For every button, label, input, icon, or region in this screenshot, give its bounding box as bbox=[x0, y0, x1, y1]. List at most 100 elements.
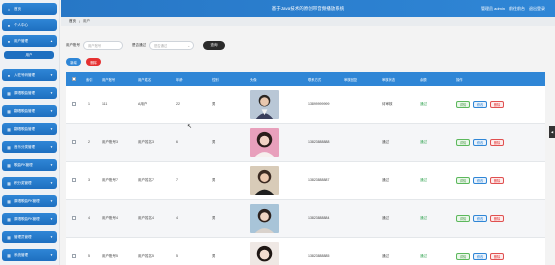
sidebar-item-13[interactable]: ▦ 系统管理 ▼ bbox=[2, 249, 57, 261]
cell-audit: 通过 bbox=[382, 254, 389, 258]
cell-status: 通过 bbox=[420, 140, 427, 144]
chevron-down-icon: ▼ bbox=[50, 181, 53, 185]
front-link[interactable]: 前往前台 bbox=[509, 6, 525, 12]
sidebar-item-4[interactable]: ▦ 原唱歌曲管理 ▼ bbox=[2, 87, 57, 99]
detail-button[interactable]: 详情 bbox=[456, 177, 470, 184]
sidebar-item-label: 原唱歌曲管理 bbox=[14, 90, 35, 95]
col-audit: 审核状态 bbox=[382, 78, 396, 82]
account-search-input[interactable]: 用户账号 bbox=[83, 40, 123, 50]
sidebar-item-3[interactable]: ● 入驻号码管理 ▼ bbox=[2, 69, 57, 81]
sidebar-item-8[interactable]: ▦ 歌曲PK管理 ▼ bbox=[2, 159, 57, 171]
avatar bbox=[250, 90, 279, 119]
sidebar-item-5[interactable]: ▦ 翻唱歌曲管理 ▼ bbox=[2, 105, 57, 117]
cell-index: 4 bbox=[88, 216, 90, 220]
select-all-checkbox[interactable] bbox=[72, 77, 76, 81]
edit-button[interactable]: 修改 bbox=[473, 177, 487, 184]
avatar bbox=[250, 128, 279, 157]
cell-account: 用户账号3 bbox=[102, 140, 118, 144]
col-gender: 性别 bbox=[212, 78, 219, 82]
cell-name: 用户姓名3 bbox=[138, 140, 154, 144]
row-delete-button[interactable]: 删除 bbox=[490, 253, 504, 260]
top-header: 基于Java技术的原创带音频播放系统 管理员 admin 前往前台 退出登录 bbox=[61, 0, 555, 17]
row-delete-button[interactable]: 删除 bbox=[490, 215, 504, 222]
chevron-down-icon: ▼ bbox=[50, 127, 53, 131]
grid-icon: ▦ bbox=[7, 108, 11, 114]
sidebar-item-label: 首页 bbox=[14, 6, 21, 11]
sidebar-item-12[interactable]: ▦ 管理员管理 ▼ bbox=[2, 231, 57, 243]
sidebar-item-profile[interactable]: ● 个人中心 bbox=[2, 19, 57, 31]
row-checkbox[interactable] bbox=[72, 102, 76, 106]
grid-icon: ▦ bbox=[7, 126, 11, 132]
table-row: 5 用户账号5 用户姓名5 5 男 13823888885 通过 通过 详情 修… bbox=[66, 238, 545, 265]
sidebar-item-7[interactable]: ▦ 音乐分类管理 ▼ bbox=[2, 141, 57, 153]
cell-phone: 13823888888 bbox=[308, 140, 330, 144]
grid-icon: ▦ bbox=[7, 198, 11, 204]
row-delete-button[interactable]: 删除 bbox=[490, 101, 504, 108]
sidebar-subitem-user[interactable]: 用户 bbox=[4, 51, 54, 59]
cell-gender: 男 bbox=[212, 140, 216, 144]
sidebar-item-label: 原唱歌曲PK管理 bbox=[14, 198, 40, 203]
breadcrumb-home[interactable]: 首页 bbox=[69, 19, 76, 24]
breadcrumb-separator: / bbox=[79, 19, 80, 24]
delete-button[interactable]: 删除 bbox=[86, 58, 101, 66]
add-button[interactable]: 新增 bbox=[66, 58, 81, 66]
sidebar-item-label: 个人中心 bbox=[14, 22, 28, 27]
chevron-down-icon: ▼ bbox=[50, 217, 53, 221]
sidebar-item-label: 管理员管理 bbox=[14, 234, 32, 239]
table-row: 4 用户账号4 用户姓名4 4 男 13823888884 通过 通过 详情 修… bbox=[66, 200, 545, 238]
detail-button[interactable]: 详情 bbox=[456, 253, 470, 260]
row-checkbox[interactable] bbox=[72, 216, 76, 220]
col-balance: 余额 bbox=[420, 78, 427, 82]
edit-button[interactable]: 修改 bbox=[473, 253, 487, 260]
table-row: 1 111 A用户 22 男 13899999999 待审核 通过 详情 修改 … bbox=[66, 86, 545, 124]
sidebar-item-label: 积分奖管理 bbox=[14, 180, 32, 185]
sidebar-item-11[interactable]: ▦ 原唱歌曲PK管理 ▼ bbox=[2, 213, 57, 225]
detail-button[interactable]: 详情 bbox=[456, 215, 470, 222]
col-reply: 审核回复 bbox=[344, 78, 358, 82]
chevron-down-icon: ▼ bbox=[50, 73, 53, 77]
detail-button[interactable]: 详情 bbox=[456, 101, 470, 108]
cell-account: 用户账号4 bbox=[102, 216, 118, 220]
collapse-handle[interactable]: ◀ bbox=[549, 126, 555, 138]
chevron-down-icon: ▼ bbox=[50, 109, 53, 113]
edit-button[interactable]: 修改 bbox=[473, 101, 487, 108]
cell-phone: 13823888887 bbox=[308, 178, 330, 182]
cell-index: 5 bbox=[88, 254, 90, 258]
cell-gender: 男 bbox=[212, 178, 216, 182]
row-delete-button[interactable]: 删除 bbox=[490, 177, 504, 184]
sidebar-item-label: 用户管理 bbox=[14, 38, 28, 43]
cell-index: 1 bbox=[88, 102, 90, 106]
edit-button[interactable]: 修改 bbox=[473, 139, 487, 146]
row-checkbox[interactable] bbox=[72, 140, 76, 144]
chevron-up-icon: ▲ bbox=[50, 39, 53, 43]
user-icon: ● bbox=[7, 38, 11, 44]
table-row: 2 用户账号3 用户姓名3 6 男 13823888888 通过 通过 详情 修… bbox=[66, 124, 545, 162]
cell-audit: 通过 bbox=[382, 178, 389, 182]
row-checkbox[interactable] bbox=[72, 254, 76, 258]
cell-status: 通过 bbox=[420, 102, 427, 106]
logout-link[interactable]: 退出登录 bbox=[529, 6, 545, 12]
sidebar-item-users[interactable]: ● 用户管理 ▲ bbox=[2, 35, 57, 47]
cell-audit: 待审核 bbox=[382, 102, 393, 106]
breadcrumb: 首页 / 用户 bbox=[61, 17, 555, 26]
edit-button[interactable]: 修改 bbox=[473, 215, 487, 222]
search-button[interactable]: 查询 bbox=[203, 40, 225, 50]
sidebar-item-6[interactable]: ▦ 翻唱歌曲管理 ▼ bbox=[2, 123, 57, 135]
sidebar-item-9[interactable]: ▦ 积分奖管理 ▼ bbox=[2, 177, 57, 189]
cell-phone: 13823888884 bbox=[308, 216, 330, 220]
row-delete-button[interactable]: 删除 bbox=[490, 139, 504, 146]
cell-index: 2 bbox=[88, 140, 90, 144]
sidebar-item-10[interactable]: ▦ 原唱歌曲PK管理 ▼ bbox=[2, 195, 57, 207]
row-checkbox[interactable] bbox=[72, 178, 76, 182]
approved-label: 是否通过 bbox=[132, 42, 146, 47]
cell-phone: 13899999999 bbox=[308, 102, 330, 106]
col-phone: 联系方式 bbox=[308, 78, 322, 82]
approved-select[interactable]: 是否通过 ⌄ bbox=[149, 40, 194, 50]
cell-phone: 13823888885 bbox=[308, 254, 330, 258]
sidebar-item-home[interactable]: ⌂ 首页 bbox=[2, 3, 57, 15]
col-index: 索引 bbox=[86, 78, 93, 82]
detail-button[interactable]: 详情 bbox=[456, 139, 470, 146]
cell-age: 7 bbox=[176, 178, 178, 182]
user-icon: ● bbox=[7, 72, 11, 78]
sidebar-item-label: 翻唱歌曲管理 bbox=[14, 126, 35, 131]
